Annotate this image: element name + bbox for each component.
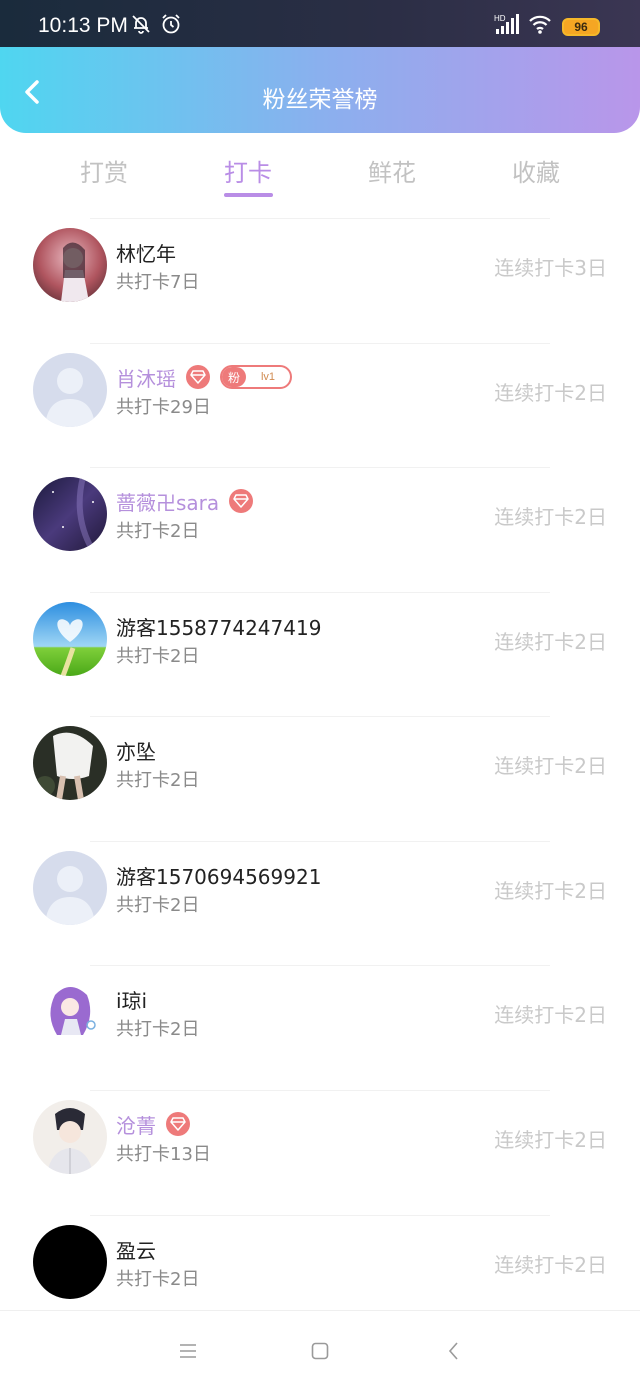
list-item[interactable]: 蔷薇卍sara 共打卡2日 连续打卡2日 (0, 467, 640, 591)
fan-name: 林忆年 (116, 241, 176, 266)
divider (90, 965, 550, 966)
fan-level-badge: 粉 lv1 (220, 365, 292, 389)
checkin-streak: 连续打卡2日 (494, 630, 607, 654)
menu-icon (180, 1344, 196, 1358)
tab-favorites[interactable]: 收藏 (486, 153, 586, 188)
mute-bell-icon (130, 13, 152, 39)
diamond-icon (186, 365, 210, 389)
battery-level: 96 (574, 20, 588, 34)
fan-badge-level: lv1 (260, 371, 276, 383)
active-tab-indicator (224, 193, 273, 197)
checkin-streak: 连续打卡2日 (494, 1253, 607, 1277)
checkin-streak: 连续打卡2日 (494, 1128, 607, 1152)
fan-name: i琼i (116, 988, 148, 1013)
fan-name: 沧菁 (116, 1113, 156, 1138)
list-item[interactable]: 亦坠 共打卡2日 连续打卡2日 (0, 716, 640, 840)
fan-name: 游客1570694569921 (116, 864, 322, 889)
divider (90, 1215, 550, 1216)
home-button[interactable] (308, 1339, 332, 1363)
svg-text:HD: HD (494, 14, 506, 23)
total-checkins: 共打卡2日 (116, 521, 200, 542)
diamond-icon (166, 1112, 190, 1136)
status-bar: 10:13 PM HD 96 (0, 0, 640, 47)
hd-signal-icon: HD (494, 13, 520, 39)
total-checkins: 共打卡2日 (116, 1019, 200, 1040)
back-triangle-icon (448, 1342, 458, 1360)
tab-bar: 打赏 打卡 鲜花 收藏 (0, 133, 640, 203)
home-square-icon (311, 1342, 329, 1360)
divider (90, 467, 550, 468)
alarm-icon (160, 13, 182, 39)
checkin-streak: 连续打卡2日 (494, 505, 607, 529)
checkin-streak: 连续打卡2日 (494, 879, 607, 903)
list-item[interactable]: 游客1558774247419 共打卡2日 连续打卡2日 (0, 592, 640, 716)
divider (90, 343, 550, 344)
list-item[interactable]: 沧菁 共打卡13日 连续打卡2日 (0, 1090, 640, 1214)
diamond-icon (229, 489, 254, 513)
fan-name: 肖沐瑶 (116, 366, 176, 391)
fan-badge-label: 粉 (222, 367, 246, 387)
avatar[interactable] (33, 1100, 107, 1174)
total-checkins: 共打卡2日 (116, 646, 200, 667)
header: 10:13 PM HD 96 粉丝荣誉榜 (0, 0, 640, 133)
tab-checkin[interactable]: 打卡 (198, 153, 298, 188)
avatar[interactable] (33, 1225, 107, 1299)
total-checkins: 共打卡7日 (116, 272, 200, 293)
title-bar: 粉丝荣誉榜 (0, 47, 640, 133)
list-item[interactable]: 林忆年 共打卡7日 连续打卡3日 (0, 218, 640, 342)
avatar[interactable] (33, 851, 107, 925)
divider (90, 218, 550, 219)
divider (90, 716, 550, 717)
avatar[interactable] (33, 726, 107, 800)
total-checkins: 共打卡2日 (116, 895, 200, 916)
fan-name: 盈云 (116, 1238, 156, 1263)
menu-button[interactable] (176, 1339, 200, 1363)
system-nav-bar (0, 1310, 640, 1387)
checkin-streak: 连续打卡2日 (494, 381, 607, 405)
avatar[interactable] (33, 228, 107, 302)
avatar[interactable] (33, 477, 107, 551)
status-time: 10:13 PM (38, 14, 128, 37)
list-item[interactable]: i琼i 共打卡2日 连续打卡2日 (0, 965, 640, 1089)
avatar[interactable] (33, 975, 107, 1049)
fan-name: 游客1558774247419 (116, 615, 322, 640)
default-avatar-icon (33, 353, 107, 427)
avatar[interactable] (33, 602, 107, 676)
divider (90, 841, 550, 842)
checkin-streak: 连续打卡2日 (494, 1003, 607, 1027)
page-title: 粉丝荣誉榜 (262, 87, 378, 113)
avatar[interactable] (33, 353, 107, 427)
divider (90, 592, 550, 593)
total-checkins: 共打卡2日 (116, 1269, 200, 1290)
tab-flowers[interactable]: 鲜花 (342, 153, 442, 188)
checkin-streak: 连续打卡2日 (494, 754, 607, 778)
tab-reward[interactable]: 打赏 (54, 153, 154, 188)
back-nav-button[interactable] (442, 1339, 466, 1363)
list-item[interactable]: 肖沐瑶 粉 lv1 共打卡29日 连续打卡2日 (0, 343, 640, 467)
fan-name: 亦坠 (116, 739, 156, 764)
total-checkins: 共打卡29日 (116, 397, 211, 418)
total-checkins: 共打卡13日 (116, 1144, 211, 1165)
wifi-icon (528, 13, 552, 39)
default-avatar-icon (33, 851, 107, 925)
battery-icon: 96 (562, 18, 600, 36)
checkin-streak: 连续打卡3日 (494, 256, 607, 280)
divider (90, 1090, 550, 1091)
total-checkins: 共打卡2日 (116, 770, 200, 791)
list-item[interactable]: 游客1570694569921 共打卡2日 连续打卡2日 (0, 841, 640, 965)
fan-name: 蔷薇卍sara (116, 490, 220, 515)
